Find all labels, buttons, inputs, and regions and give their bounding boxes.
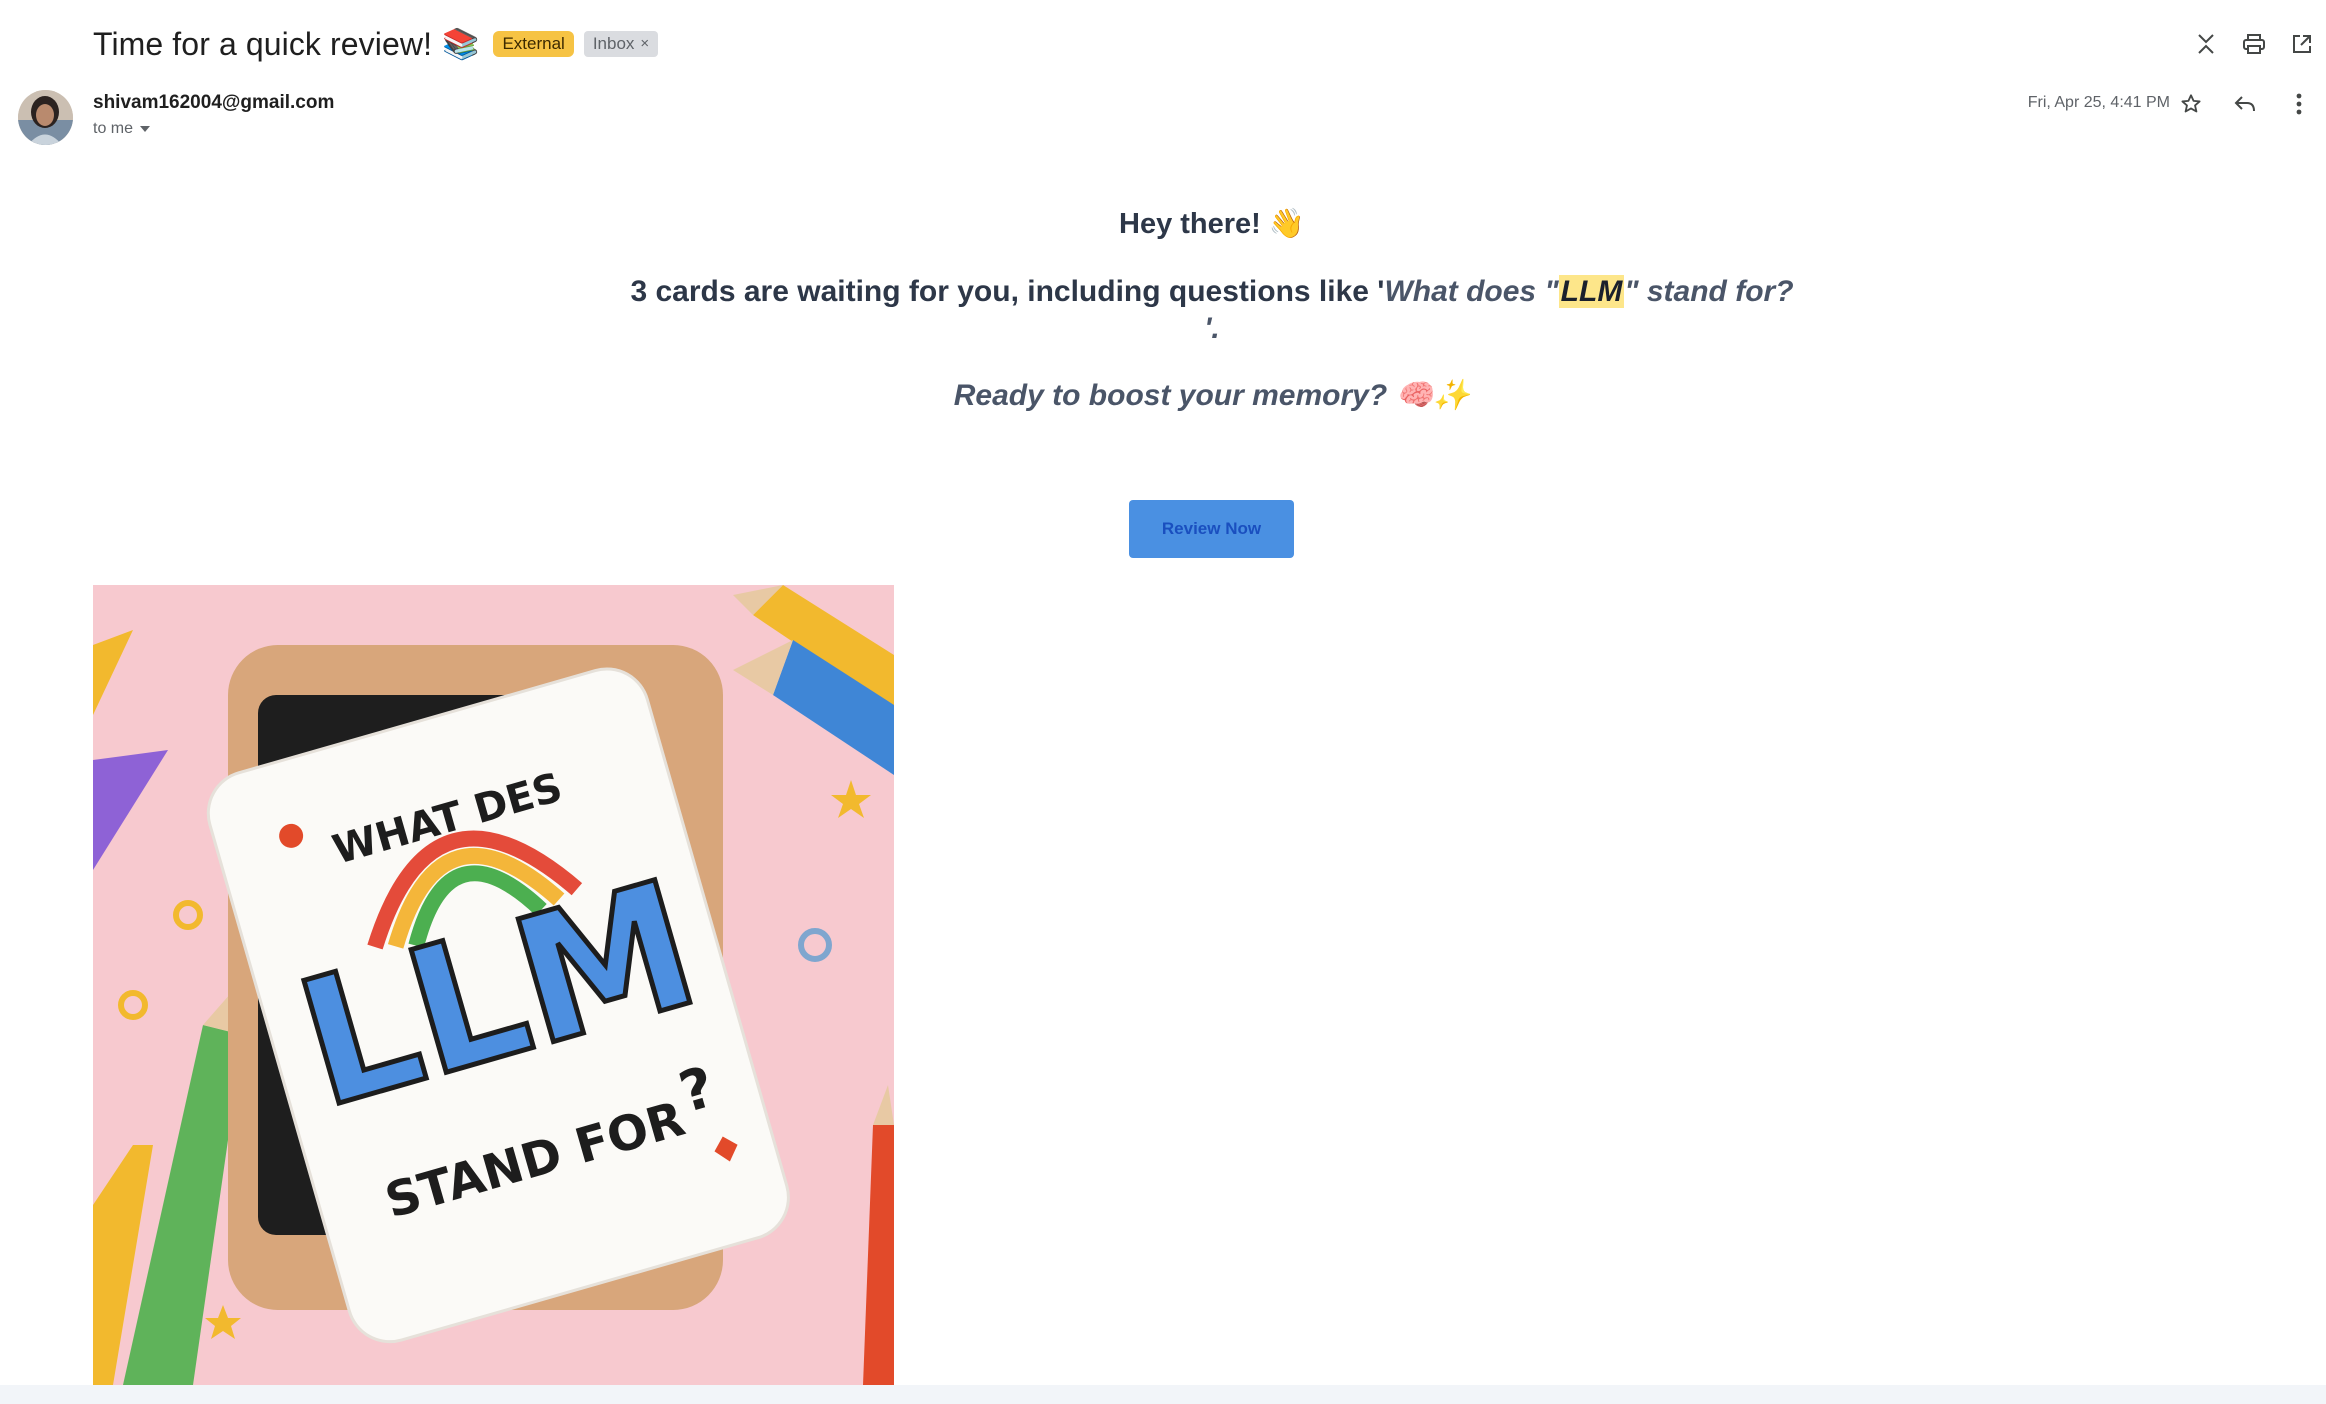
books-emoji: 📚 — [442, 27, 480, 61]
bottom-bar — [0, 1385, 2326, 1404]
star-icon — [2181, 94, 2201, 113]
star-button[interactable] — [2164, 88, 2218, 120]
cards-prefix: 3 cards are waiting for you, including q… — [630, 275, 1385, 308]
open-in-new-window-icon — [2293, 35, 2311, 53]
reply-icon — [2234, 96, 2255, 112]
print-button[interactable] — [2230, 28, 2278, 60]
label-inbox[interactable]: Inbox × — [583, 31, 659, 57]
more-options-button[interactable] — [2272, 88, 2326, 120]
collapse-icon — [2198, 34, 2214, 54]
message-actions — [2164, 88, 2326, 120]
email-date: Fri, Apr 25, 4:41 PM — [2027, 94, 2170, 111]
thread-actions — [2182, 28, 2326, 60]
remove-label-icon[interactable]: × — [640, 34, 649, 54]
flashcard-illustration: WHAT DES LLM STAND FOR ? — [93, 585, 894, 1385]
illustration-image: WHAT DES LLM STAND FOR ? — [93, 585, 894, 1385]
cards-suffix: '. — [1204, 312, 1220, 345]
print-icon — [2243, 34, 2265, 54]
sender-email[interactable]: shivam162004@gmail.com — [93, 92, 334, 114]
avatar-image — [18, 90, 73, 145]
chevron-down-icon — [140, 126, 151, 132]
collapse-all-button[interactable] — [2182, 28, 2230, 60]
label-external: External — [493, 31, 574, 57]
reply-button[interactable] — [2218, 88, 2272, 120]
question-start: What does " — [1384, 275, 1559, 308]
more-vert-icon — [2296, 93, 2302, 115]
recipient-details[interactable]: to me — [93, 120, 151, 138]
greeting-text: Hey there! 👋 — [1119, 208, 1305, 240]
question-end: " stand for? — [1624, 275, 1794, 308]
subject-row: Time for a quick review! 📚 External Inbo… — [93, 22, 659, 66]
review-now-button[interactable]: Review Now — [1129, 500, 1294, 558]
open-in-new-window-button[interactable] — [2278, 28, 2326, 60]
label-inbox-text: Inbox — [592, 34, 635, 53]
sender-avatar[interactable] — [18, 90, 73, 145]
cards-waiting-text: 3 cards are waiting for you, including q… — [0, 272, 2326, 312]
question-highlight: LLM — [1558, 275, 1625, 308]
recipient-text: to me — [93, 120, 134, 137]
email-subject: Time for a quick review! — [93, 25, 433, 62]
boost-text: Ready to boost your memory? 🧠✨ — [953, 379, 1471, 412]
